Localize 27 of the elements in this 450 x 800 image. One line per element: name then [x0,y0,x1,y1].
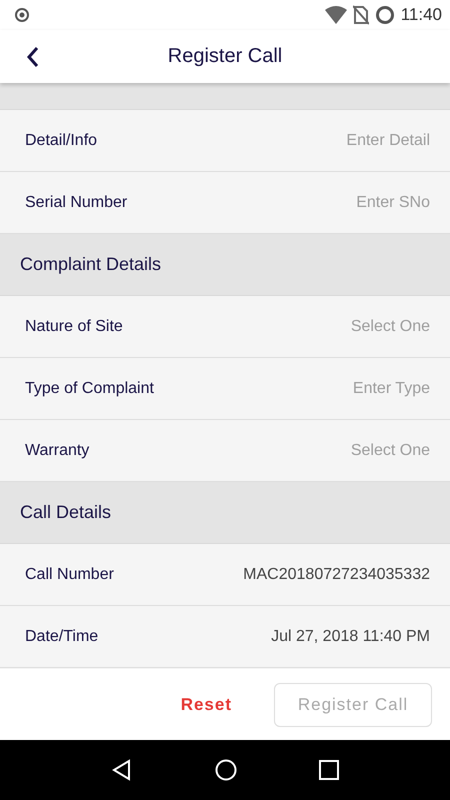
section-title: Complaint Details [20,254,162,275]
home-icon[interactable] [215,759,237,781]
recents-icon[interactable] [319,760,339,780]
reset-button[interactable]: Reset [174,686,238,722]
back-icon[interactable] [26,46,40,68]
select-field[interactable]: Select One [350,318,430,336]
field-label: Type of Complaint [25,380,154,398]
section-title: Call Details [20,502,112,523]
field-label: Nature of Site [25,318,123,336]
wifi-icon [324,6,347,24]
input-field[interactable]: Enter SNo [250,194,430,212]
back-nav-icon[interactable] [111,759,133,781]
field-value: Jul 27, 2018 11:40 PM [271,628,430,646]
record-icon [14,7,30,23]
circle-icon [374,5,395,25]
input-field[interactable]: Enter Detail [250,132,430,150]
no-sim-icon [352,5,369,25]
select-field[interactable]: Select One [350,442,430,460]
field-label: Date/Time [25,628,98,646]
field-label: Detail/Info [25,132,98,150]
input-field[interactable]: Enter Type [250,380,430,398]
field-value: MAC20180727234035332 [243,566,430,584]
field-label: Warranty [25,442,90,460]
screen-title: Register Call [168,45,282,68]
field-label: Serial Number [25,194,128,212]
status-time: 11:40 [400,5,442,25]
field-label: Call Number [25,566,114,584]
